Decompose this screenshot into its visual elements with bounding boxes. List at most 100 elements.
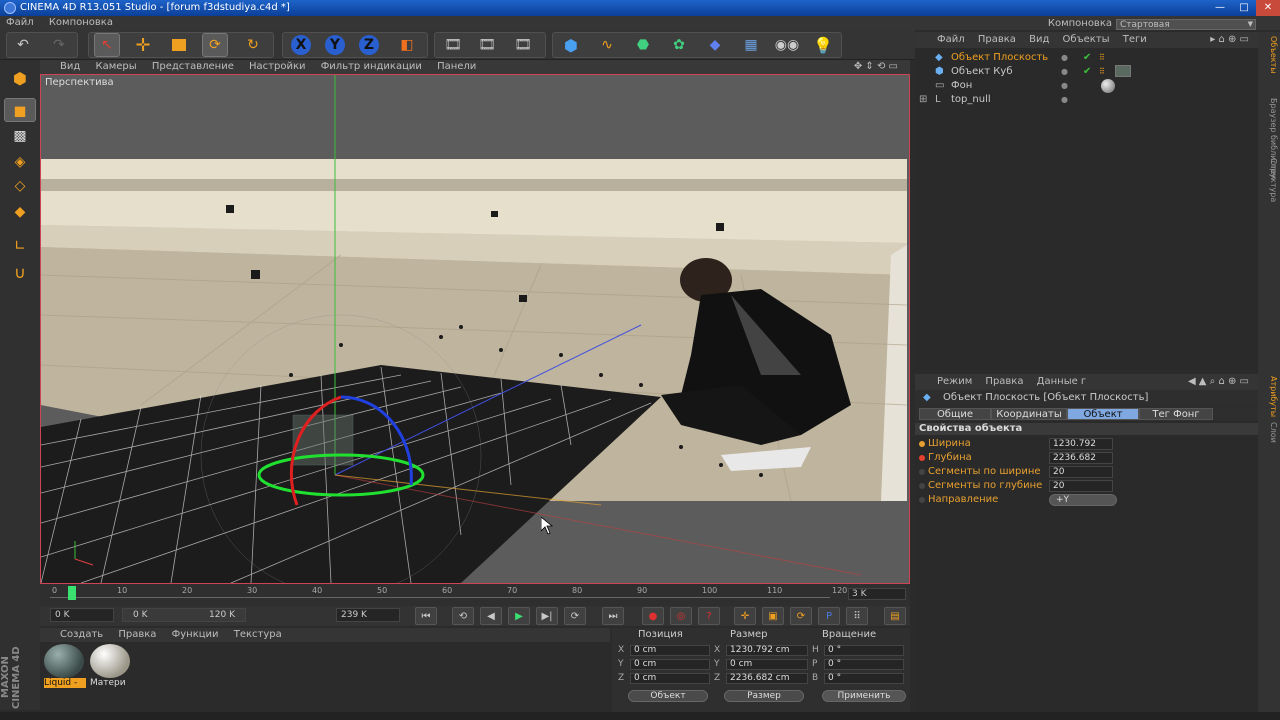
animation-dot-icon[interactable] — [919, 497, 925, 503]
rotation-h-field[interactable]: 0 ° — [824, 645, 904, 656]
phong-tag-icon[interactable]: ⠿ — [1099, 51, 1105, 65]
go-to-start-icon[interactable]: ⏮ — [415, 607, 437, 625]
visibility-dots-icon[interactable]: ● — [1061, 79, 1068, 93]
material-menu-create[interactable]: Создать — [40, 628, 109, 642]
z-axis-lock-icon[interactable]: Z — [356, 33, 382, 57]
tab-attributes[interactable]: Атрибуты — [1260, 376, 1278, 417]
width-segments-field[interactable]: 20 — [1049, 466, 1113, 478]
light-icon[interactable]: 💡 — [810, 33, 836, 57]
points-mode-icon[interactable]: ◈ — [4, 150, 36, 174]
menu-file[interactable]: Файл — [0, 16, 40, 30]
model-mode-icon[interactable]: ◼ — [4, 98, 36, 122]
key-rotation-icon[interactable]: ⟳ — [790, 607, 812, 625]
next-frame-icon[interactable]: ▶| — [536, 607, 558, 625]
axis-mode-icon[interactable]: ∟ — [4, 234, 36, 258]
close-button[interactable]: ✕ — [1256, 0, 1280, 16]
viewport-menu-display[interactable]: Представление — [146, 60, 240, 74]
current-frame-field[interactable]: 0 K — [50, 608, 114, 622]
previous-key-icon[interactable]: ⟲ — [452, 607, 474, 625]
polygons-mode-icon[interactable]: ◆ — [4, 200, 36, 224]
viewport-navigation-icons[interactable]: ✥ ⇕ ⟲ ▭ — [848, 60, 904, 74]
material-default[interactable]: Матери — [90, 644, 132, 688]
tab-objects[interactable]: Объекты — [1260, 36, 1278, 74]
environment-icon[interactable]: ▦ — [738, 33, 764, 57]
viewport-menu-filter[interactable]: Фильтр индикации — [315, 60, 428, 74]
edges-mode-icon[interactable]: ◇ — [4, 174, 36, 198]
nurbs-icon[interactable]: ⬣ — [630, 33, 656, 57]
play-icon[interactable]: ▶ — [508, 607, 530, 625]
layout-select[interactable]: Стартовая ▼ — [1116, 18, 1256, 30]
depth-field[interactable]: 2236.682 — [1049, 452, 1113, 464]
rotation-b-field[interactable]: 0 ° — [824, 673, 904, 684]
maximize-button[interactable]: □ — [1232, 0, 1256, 16]
texture-mode-icon[interactable]: ▩ — [4, 124, 36, 148]
visibility-dots-icon[interactable]: ● — [1061, 65, 1068, 79]
object-row-top-null[interactable]: ⊞ L top_null ● — [915, 93, 1258, 107]
viewport-menu-cameras[interactable]: Камеры — [89, 60, 142, 74]
cube-primitive-icon[interactable]: ⬢ — [558, 33, 584, 57]
apply-button[interactable]: Применить — [822, 690, 906, 702]
position-y-field[interactable]: 0 cm — [630, 659, 710, 670]
select-tool-icon[interactable]: ↖ — [94, 33, 120, 57]
position-x-field[interactable]: 0 cm — [630, 645, 710, 656]
key-position-icon[interactable]: ✛ — [734, 607, 756, 625]
animation-dot-icon[interactable] — [919, 455, 925, 461]
object-row-background[interactable]: ▭ Фон ● — [915, 79, 1258, 93]
y-axis-lock-icon[interactable]: Y — [322, 33, 348, 57]
x-axis-lock-icon[interactable]: X — [288, 33, 314, 57]
visibility-dots-icon[interactable]: ● — [1061, 51, 1068, 65]
recent-tool-icon[interactable]: ↻ — [240, 33, 266, 57]
size-y-field[interactable]: 0 cm — [726, 659, 808, 670]
key-scale-icon[interactable]: ▣ — [762, 607, 784, 625]
render-settings-icon[interactable]: 🎞 — [510, 33, 536, 57]
viewport-menu-options[interactable]: Настройки — [243, 60, 311, 74]
viewport-menu-view[interactable]: Вид — [40, 60, 86, 74]
max-frame-field[interactable]: 239 K — [336, 608, 400, 622]
enabled-check-icon[interactable]: ✔ — [1083, 65, 1091, 79]
material-menu-edit[interactable]: Правка — [112, 628, 162, 642]
tab-basic[interactable]: Общие — [919, 408, 991, 420]
move-tool-icon[interactable]: ✛ — [130, 33, 156, 57]
next-key-icon[interactable]: ⟳ — [564, 607, 586, 625]
key-pla-icon[interactable]: ⠿ — [846, 607, 868, 625]
object-row-plane[interactable]: ◆ Объект Плоскость ● ✔ ⠿ — [915, 51, 1258, 65]
make-editable-icon[interactable]: ⬢ — [4, 66, 36, 90]
timeline-menu-icon[interactable]: ▤ — [884, 607, 906, 625]
objects-menu-tags[interactable]: Теги — [1118, 32, 1152, 48]
redo-icon[interactable]: ↷ — [46, 33, 72, 57]
objects-menu-file[interactable]: Файл — [915, 32, 970, 48]
tab-structure[interactable]: Структура — [1260, 158, 1278, 202]
size-mode-dropdown[interactable]: Размер — [724, 690, 804, 702]
attributes-menu-mode[interactable]: Режим — [915, 374, 977, 390]
keyframe-selection-icon[interactable]: ? — [698, 607, 720, 625]
array-icon[interactable]: ✿ — [666, 33, 692, 57]
animation-dot-icon[interactable] — [919, 441, 925, 447]
object-manager-tools-icons[interactable]: ▸ ⌂ ⊕ ▭ — [1205, 32, 1254, 48]
viewport-menu-panel[interactable]: Панели — [431, 60, 482, 74]
record-keys-icon[interactable]: ● — [642, 607, 664, 625]
coordinate-system-icon[interactable]: ◧ — [394, 33, 420, 57]
minimize-button[interactable]: — — [1208, 0, 1232, 16]
timeline[interactable]: 0 10 20 30 40 50 60 70 80 90 100 110 120 3 K — [40, 584, 910, 606]
attributes-menu-userdata[interactable]: Данные г — [1032, 374, 1092, 390]
timeline-playhead[interactable] — [68, 586, 76, 600]
spline-icon[interactable]: ∿ — [594, 33, 620, 57]
objects-menu-objects[interactable]: Объекты — [1058, 32, 1115, 48]
material-menu-texture[interactable]: Текстура — [228, 628, 288, 642]
size-x-field[interactable]: 1230.792 cm — [726, 645, 808, 656]
snap-magnet-icon[interactable]: ∪ — [4, 260, 36, 284]
deformer-icon[interactable]: ◆ — [702, 33, 728, 57]
material-tag-icon[interactable] — [1101, 79, 1115, 93]
material-liquid[interactable]: Liquid - — [44, 644, 86, 688]
go-to-end-icon[interactable]: ⏭ — [602, 607, 624, 625]
undo-icon[interactable]: ↶ — [10, 33, 36, 57]
depth-segments-field[interactable]: 20 — [1049, 480, 1113, 492]
range-slider[interactable]: 0 K 120 K — [122, 608, 246, 622]
attributes-menu-edit[interactable]: Правка — [980, 374, 1028, 390]
render-view-icon[interactable]: 🎞 — [440, 33, 466, 57]
menu-layout[interactable]: Компоновка — [43, 16, 119, 30]
tab-coordinates[interactable]: Координаты — [991, 408, 1067, 420]
previous-frame-icon[interactable]: ◀ — [480, 607, 502, 625]
size-z-field[interactable]: 2236.682 cm — [726, 673, 808, 684]
attributes-tools-icons[interactable]: ◀ ▲ ⌕ ⌂ ⊕ ▭ — [1183, 374, 1254, 390]
